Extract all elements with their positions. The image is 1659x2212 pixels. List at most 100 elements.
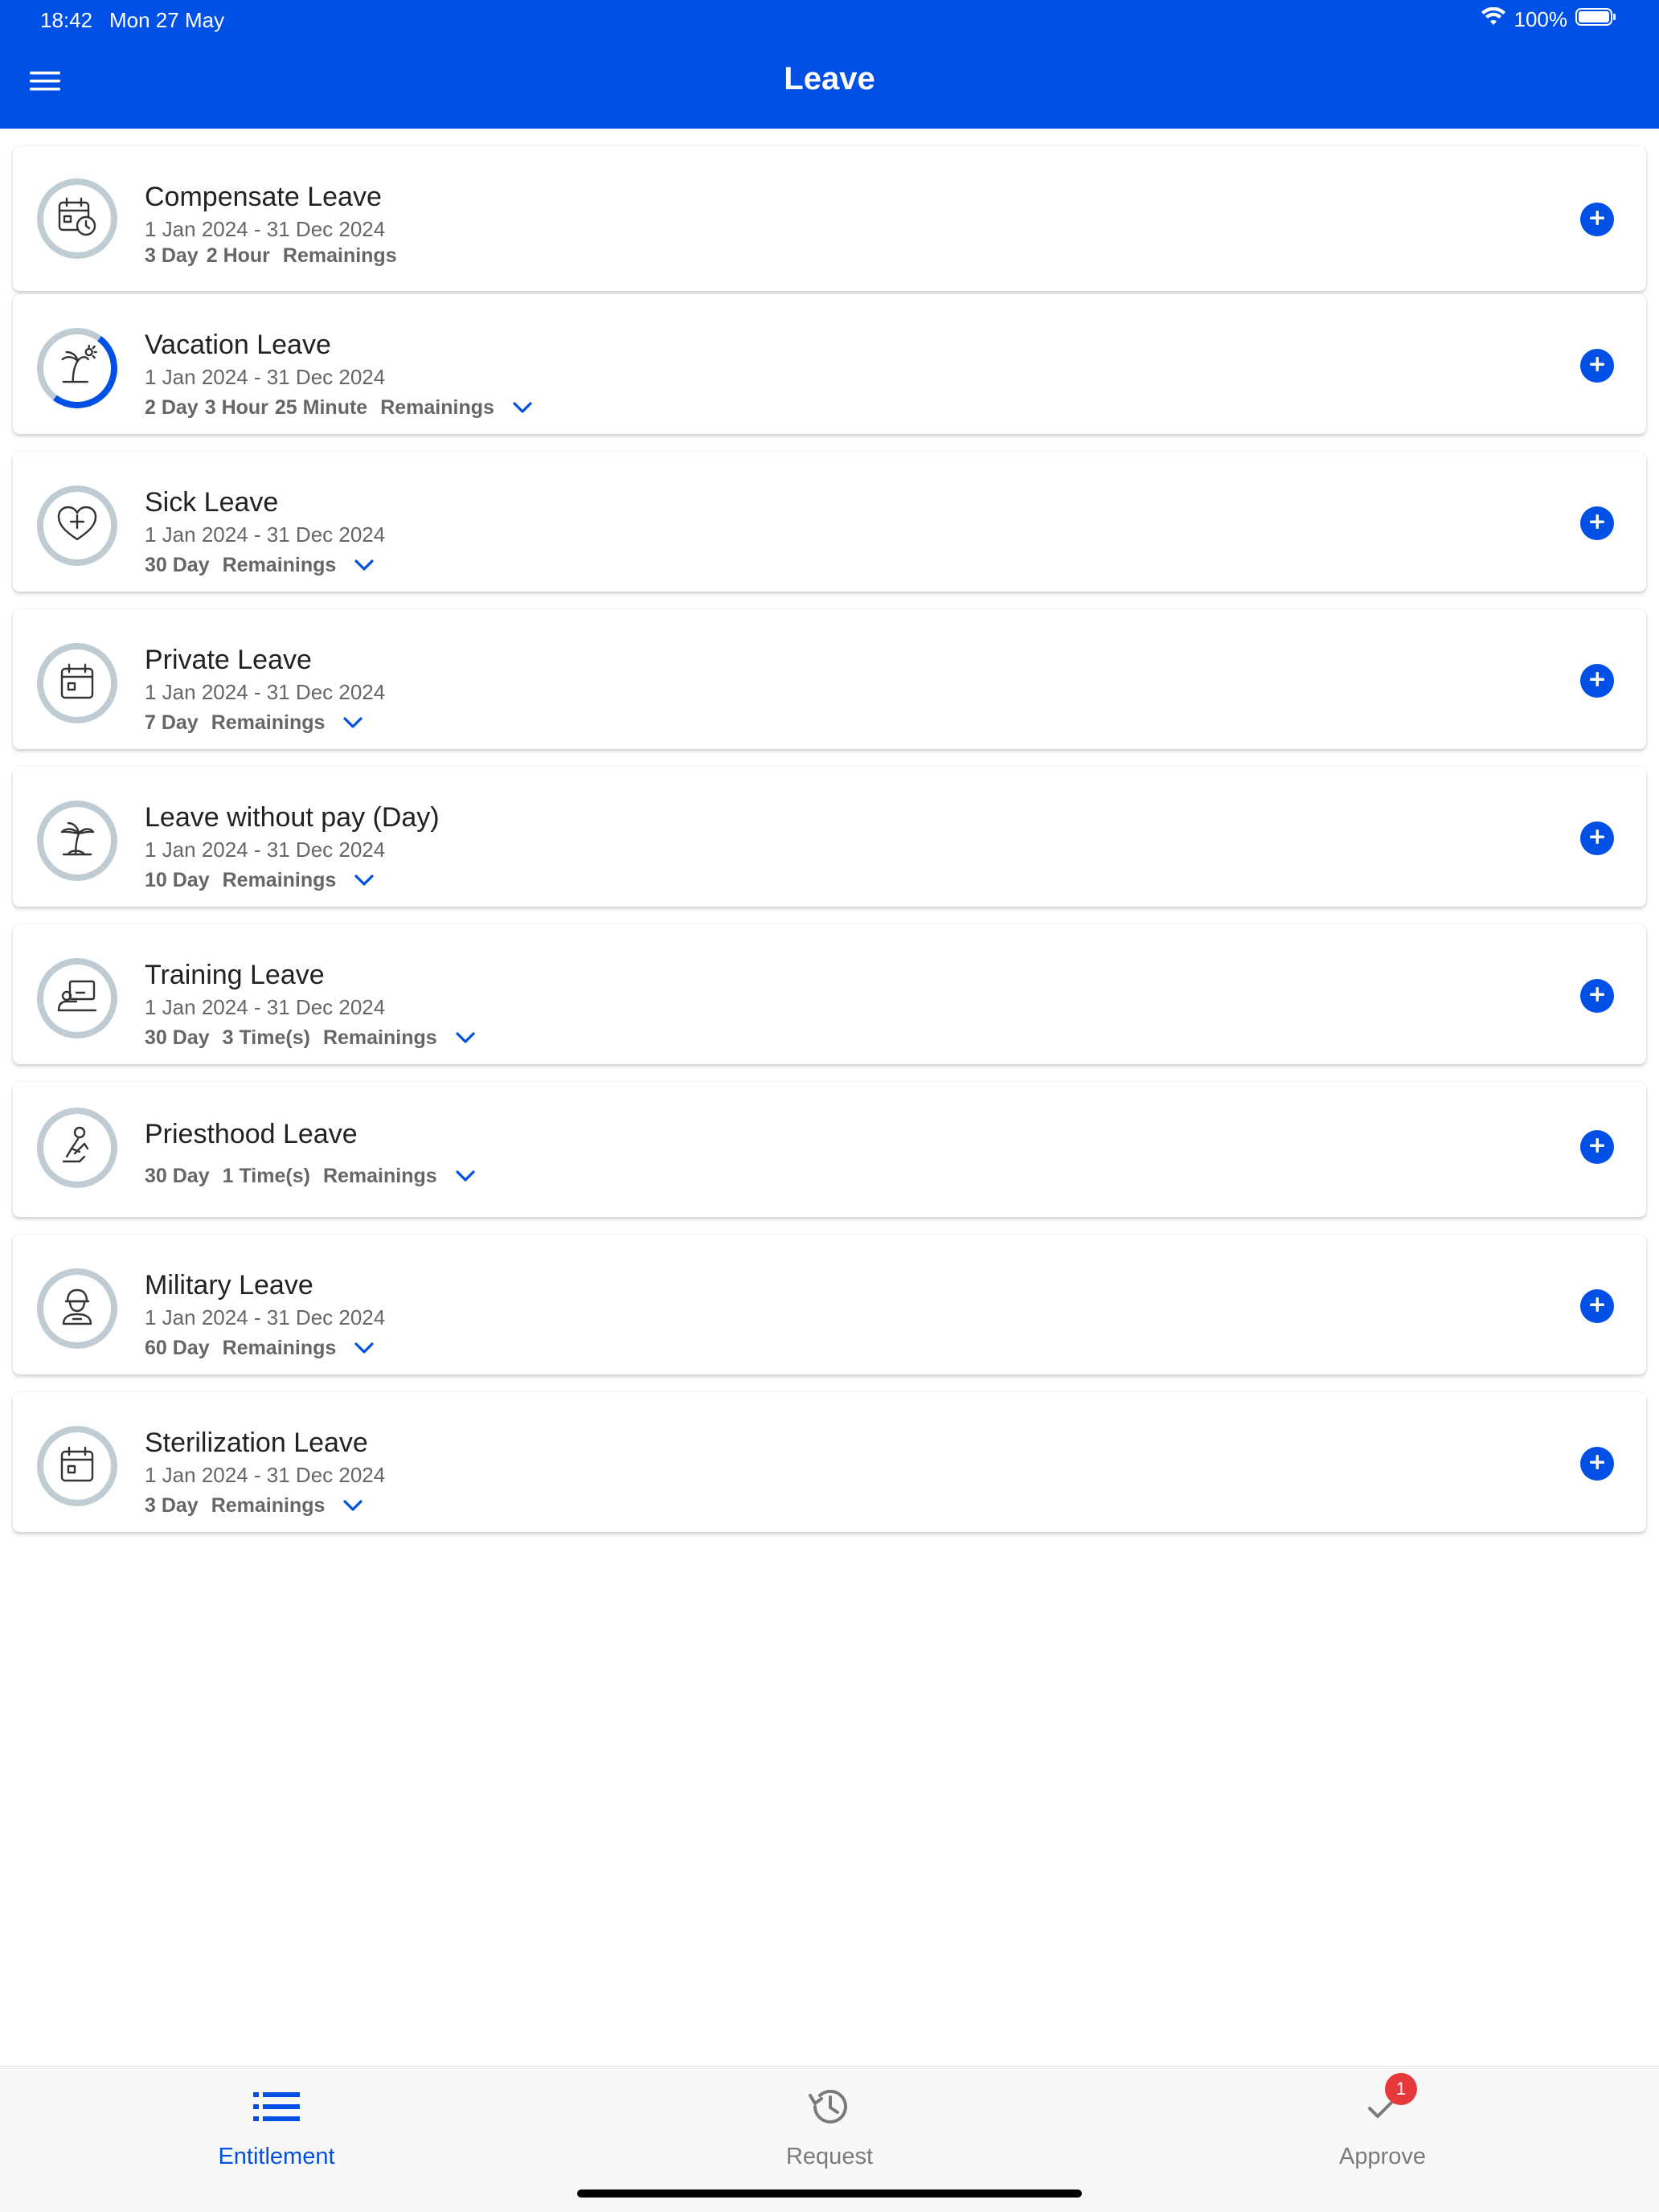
leave-icon-ring [37, 1426, 117, 1506]
chevron-down-icon[interactable] [350, 1334, 378, 1362]
leave-period: 1 Jan 2024 - 31 Dec 2024 [145, 838, 386, 862]
add-leave-button[interactable] [1580, 1447, 1614, 1481]
home-indicator [577, 2189, 1082, 2198]
leave-balance: 7 Day Remainings [145, 709, 367, 736]
leave-card[interactable]: Private Leave 1 Jan 2024 - 31 Dec 2024 7… [13, 609, 1646, 749]
leave-title: Sick Leave [145, 487, 279, 518]
leave-card[interactable]: Training Leave 1 Jan 2024 - 31 Dec 2024 … [13, 924, 1646, 1064]
leave-period: 1 Jan 2024 - 31 Dec 2024 [145, 680, 386, 704]
add-leave-button[interactable] [1580, 1289, 1614, 1323]
tab-approve[interactable]: 1 Approve [1222, 2073, 1543, 2170]
calendar-icon [57, 1444, 97, 1489]
plus-icon [1588, 513, 1606, 535]
leave-icon-ring [37, 801, 117, 881]
add-leave-button[interactable] [1580, 821, 1614, 855]
leave-period: 1 Jan 2024 - 31 Dec 2024 [145, 995, 386, 1019]
add-leave-button[interactable] [1580, 506, 1614, 540]
leave-balance: 30 Day 3 Time(s) Remainings [145, 1024, 479, 1051]
plus-icon [1588, 1296, 1606, 1317]
palm-tree-icon [55, 817, 99, 865]
leave-card[interactable]: Sterilization Leave 1 Jan 2024 - 31 Dec … [13, 1392, 1646, 1532]
balance-amount: 1 Time(s) [222, 1164, 310, 1187]
balance-amount: 25 Minute [274, 395, 368, 419]
add-leave-button[interactable] [1580, 1130, 1614, 1164]
balance-label: Remainings [282, 244, 397, 267]
balance-amount: 7 Day [145, 711, 199, 734]
leave-icon-ring [37, 958, 117, 1038]
leave-balance: 3 Day 2 Hour Remainings [145, 244, 412, 268]
plus-icon [1588, 1137, 1606, 1158]
leave-icon-ring [37, 1268, 117, 1349]
balance-amount: 10 Day [145, 868, 210, 891]
leave-icon-ring [37, 485, 117, 566]
chevron-down-icon[interactable] [350, 866, 378, 894]
page-title: Leave [784, 61, 875, 96]
tab-label: Entitlement [218, 2144, 335, 2169]
app-header: 18:42 Mon 27 May 100% Leave [0, 0, 1659, 129]
leave-card[interactable]: Priesthood Leave 30 Day 1 Time(s) Remain… [13, 1082, 1646, 1217]
tab-label: Approve [1338, 2144, 1426, 2169]
add-leave-button[interactable] [1580, 979, 1614, 1013]
status-date: Mon 27 May [109, 8, 225, 32]
chevron-down-icon[interactable] [452, 1162, 479, 1190]
chevron-down-icon[interactable] [509, 394, 536, 421]
leave-balance: 30 Day Remainings [145, 551, 378, 579]
balance-label: Remainings [322, 1026, 437, 1049]
balance-label: Remainings [322, 1164, 437, 1187]
balance-amount: 2 Hour [206, 244, 270, 267]
leave-title: Priesthood Leave [145, 1119, 358, 1149]
monk-icon [55, 1124, 99, 1172]
leave-balance: 60 Day Remainings [145, 1334, 378, 1362]
leave-icon-ring [37, 643, 117, 723]
leave-period: 1 Jan 2024 - 31 Dec 2024 [145, 1305, 386, 1329]
leave-icon-ring [37, 178, 117, 259]
leave-card[interactable]: Compensate Leave 1 Jan 2024 - 31 Dec 202… [13, 146, 1646, 291]
leave-icon-ring [37, 1108, 117, 1188]
balance-amount: 3 Time(s) [222, 1026, 310, 1049]
chevron-down-icon[interactable] [452, 1024, 479, 1051]
tab-label: Request [785, 2144, 873, 2169]
leave-title: Vacation Leave [145, 330, 331, 360]
plus-icon [1588, 828, 1606, 850]
leave-card[interactable]: Sick Leave 1 Jan 2024 - 31 Dec 2024 30 D… [13, 452, 1646, 592]
balance-amount: 60 Day [145, 1336, 210, 1359]
wifi-icon [1481, 6, 1506, 32]
leave-card[interactable]: Leave without pay (Day) 1 Jan 2024 - 31 … [13, 767, 1646, 907]
leave-balance: 2 Day 3 Hour 25 Minute Remainings [145, 394, 536, 421]
add-leave-button[interactable] [1580, 349, 1614, 383]
balance-amount: 3 Hour [204, 395, 268, 419]
leave-period: 1 Jan 2024 - 31 Dec 2024 [145, 217, 386, 241]
leave-title: Sterilization Leave [145, 1428, 368, 1458]
leave-title: Compensate Leave [145, 182, 382, 212]
calendar-clock-icon [55, 195, 99, 243]
balance-label: Remainings [380, 395, 494, 419]
balance-amount: 30 Day [145, 1026, 210, 1049]
add-leave-button[interactable] [1580, 203, 1614, 236]
calendar-icon [57, 662, 97, 706]
plus-icon [1588, 209, 1606, 231]
soldier-icon [55, 1285, 99, 1333]
plus-icon [1588, 1453, 1606, 1475]
chevron-down-icon[interactable] [350, 551, 378, 579]
tab-request[interactable]: Request [669, 2083, 990, 2170]
leave-title: Military Leave [145, 1270, 313, 1301]
leave-card[interactable]: Military Leave 1 Jan 2024 - 31 Dec 2024 … [13, 1235, 1646, 1374]
balance-amount: 30 Day [145, 1164, 210, 1187]
balance-label: Remainings [211, 711, 326, 734]
chevron-down-icon[interactable] [339, 1492, 367, 1519]
leave-period: 1 Jan 2024 - 31 Dec 2024 [145, 522, 386, 547]
add-leave-button[interactable] [1580, 664, 1614, 698]
approve-badge: 1 [1385, 2073, 1417, 2105]
status-indicators: 100% [1481, 5, 1618, 34]
chevron-down-icon[interactable] [339, 709, 367, 736]
leave-usage-ring [31, 322, 123, 414]
plus-icon [1588, 670, 1606, 692]
list-icon [248, 2083, 305, 2131]
balance-label: Remainings [222, 868, 337, 891]
tab-entitlement[interactable]: Entitlement [116, 2083, 437, 2170]
balance-amount: 2 Day [145, 395, 199, 419]
balance-amount: 30 Day [145, 553, 210, 576]
leave-title: Private Leave [145, 645, 312, 675]
leave-card[interactable]: Vacation Leave 1 Jan 2024 - 31 Dec 2024 … [13, 294, 1646, 434]
presentation-icon [55, 975, 99, 1022]
